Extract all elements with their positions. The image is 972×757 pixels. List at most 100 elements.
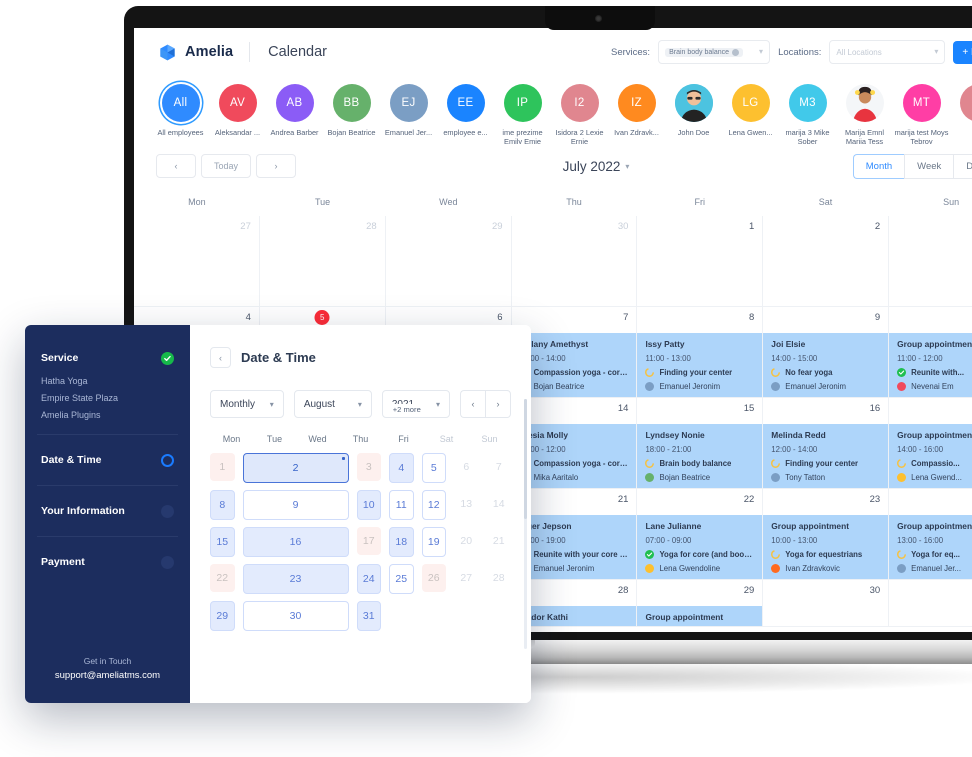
employee-filter-item[interactable]: BBBojan Beatrice [323,76,380,137]
booking-step-row[interactable]: Payment [41,551,174,573]
employee-filter-item[interactable]: MTmarija test Moys Tebroy [893,76,950,145]
brand[interactable]: Amelia [134,43,233,62]
locations-select[interactable]: All Locations ▾ [829,40,945,64]
employee-filter-strip[interactable]: AllAll employeesAVAleksandar ...ABAndrea… [134,76,972,145]
month-select[interactable]: August ▾ [294,390,372,418]
datepicker-day-selected[interactable]: 2 [243,453,349,483]
view-button-month[interactable]: Month [853,154,904,179]
calendar-event[interactable]: Group appointment17:00 - 18:00Reunite wi… [637,606,762,626]
booking-step-service[interactable]: Service Hatha Yoga Empire State Plaza Ameli… [25,347,190,420]
employee-filter-item[interactable]: Marija Emnl Marija Tess [836,76,893,145]
booking-step-row[interactable]: Date & Time [41,449,174,471]
avatar-initials[interactable]: IP [504,84,542,122]
booking-step-row[interactable]: Service [41,347,174,369]
calendar-day-cell[interactable]: 9Joi Elsie14:00 - 15:00No fear yogaEmanu… [763,307,889,397]
services-select[interactable]: Brain body balance ▾ [658,40,770,64]
back-button[interactable]: ‹ [210,347,231,368]
datepicker-day[interactable]: 9 [243,490,349,520]
datepicker-day[interactable]: 24 [357,564,382,594]
datepicker-day[interactable]: 10 [357,490,382,520]
datepicker-day[interactable]: 11 [389,490,414,520]
booking-step-payment[interactable]: Payment [25,551,190,573]
avatar-initials[interactable]: M3 [789,84,827,122]
prev-month-button[interactable]: ‹ [460,390,485,418]
datepicker-day[interactable]: 4 [389,453,414,483]
booking-step-your-information[interactable]: Your Information [25,500,190,522]
datepicker-day[interactable]: 12 [422,490,447,520]
avatar-initials[interactable]: EJ [390,84,428,122]
calendar-day-cell[interactable]: 30 [512,216,638,306]
employee-filter-item[interactable]: LGLena Gwen... [722,76,779,137]
datepicker-day[interactable]: 30 [243,601,349,631]
calendar-event[interactable]: Group appointment10:00 - 13:00Yoga for e… [763,515,888,579]
calendar-event[interactable]: Group appointment14:00 - 16:00Compassio.… [889,424,972,488]
booking-step-subitem[interactable]: Hatha Yoga [41,376,174,386]
close-icon[interactable] [732,49,739,56]
employee-filter-item[interactable]: EJEmanuel Jer... [380,76,437,137]
calendar-day-cell[interactable]: 1 [637,216,763,306]
avatar-photo[interactable] [846,84,884,122]
new-appointment-button[interactable]: + New [953,41,972,64]
avatar-photo[interactable] [675,84,713,122]
booking-step-subitem[interactable]: Empire State Plaza [41,393,174,403]
calendar-day-cell[interactable]: 15Lyndsey Nonie18:00 - 21:00Brain body b… [637,398,763,488]
calendar-day-cell[interactable]: 17Group appointment14:00 - 16:00Compassi… [889,398,972,488]
service-chip[interactable]: Brain body balance [665,48,743,57]
calendar-event[interactable]: Joi Elsie14:00 - 15:00No fear yogaEmanue… [763,333,888,397]
employee-filter-item[interactable]: John Doe [665,76,722,137]
datepicker-day[interactable]: 5 [422,453,447,483]
avatar-initials[interactable]: All [162,84,200,122]
datepicker-day[interactable]: 8 [210,490,235,520]
calendar-event[interactable]: Melinda Redd12:00 - 14:00Finding your ce… [763,424,888,488]
today-button[interactable]: Today [201,154,251,178]
booking-step-row[interactable]: Your Information [41,500,174,522]
view-button-day[interactable]: Day [953,154,972,179]
calendar-event[interactable]: Lane Julianne07:00 - 09:00Yoga for core … [637,515,762,579]
calendar-day-cell[interactable]: 28 [260,216,386,306]
datepicker-day-grid[interactable]: 1234567891011121314151617181920212223242… [210,453,511,631]
avatar-initials[interactable]: BB [333,84,371,122]
prev-period-button[interactable]: ‹ [156,154,196,178]
scrollbar-thumb[interactable] [524,399,527,519]
view-button-week[interactable]: Week [904,154,953,179]
booking-step-date-time[interactable]: Date & Time [25,449,190,471]
calendar-day-cell[interactable]: 31 [889,580,972,626]
avatar-initials[interactable]: MT [903,84,941,122]
employee-filter-item[interactable]: EEemployee e... [437,76,494,137]
employee-filter-item[interactable]: I2Isidora 2 Lexie Ernie [551,76,608,145]
datepicker-day[interactable]: 19 [422,527,447,557]
employee-filter-item[interactable]: M3marija 3 Mike Sober [779,76,836,145]
calendar-day-cell[interactable]: 8Issy Patty11:00 - 13:00Finding your cen… [637,307,763,397]
support-email[interactable]: support@ameliatms.com [25,670,190,681]
employee-filter-item[interactable]: ABAndrea Barber [266,76,323,137]
datepicker-day[interactable]: 18 [389,527,414,557]
avatar-initials[interactable]: AV [219,84,257,122]
calendar-event[interactable]: Group appointment13:00 - 16:00Yoga for e… [889,515,972,579]
avatar-initials[interactable] [960,84,972,122]
calendar-day-cell[interactable]: 27 [134,216,260,306]
calendar-event[interactable]: Issy Patty11:00 - 13:00Finding your cent… [637,333,762,397]
period-select[interactable]: Monthly ▾ [210,390,284,418]
datepicker-day[interactable]: 31 [357,601,382,631]
avatar-initials[interactable]: I2 [561,84,599,122]
calendar-event[interactable]: Lyndsey Nonie18:00 - 21:00Brain body bal… [637,424,762,488]
calendar-event[interactable]: Group appointment11:00 - 12:00Reunite wi… [889,333,972,397]
employee-filter-item[interactable]: mar [950,76,972,137]
datepicker-day[interactable]: 25 [389,564,414,594]
datepicker-day[interactable]: 16 [243,527,349,557]
calendar-day-cell[interactable]: 29Group appointment17:00 - 18:00Reunite … [637,580,763,626]
calendar-day-cell[interactable]: 3 [889,216,972,306]
calendar-day-cell[interactable]: 22Lane Julianne07:00 - 09:00Yoga for cor… [637,489,763,579]
next-period-button[interactable]: › [256,154,296,178]
booking-step-subitem[interactable]: Amelia Plugins [41,410,174,420]
employee-filter-item[interactable]: IPime prezime Emily Emie [494,76,551,145]
datepicker-day[interactable]: 23 [243,564,349,594]
calendar-view-switcher[interactable]: MonthWeekDayList [853,154,972,179]
calendar-day-cell[interactable]: 10Group appointment11:00 - 12:00Reunite … [889,307,972,397]
avatar-initials[interactable]: EE [447,84,485,122]
calendar-day-cell[interactable]: 23Group appointment10:00 - 13:00Yoga for… [763,489,889,579]
datepicker-day[interactable]: 15 [210,527,235,557]
calendar-day-cell[interactable]: 16Melinda Redd12:00 - 14:00Finding your … [763,398,889,488]
more-events-link[interactable]: +2 more [390,404,424,415]
next-month-button[interactable]: › [485,390,511,418]
